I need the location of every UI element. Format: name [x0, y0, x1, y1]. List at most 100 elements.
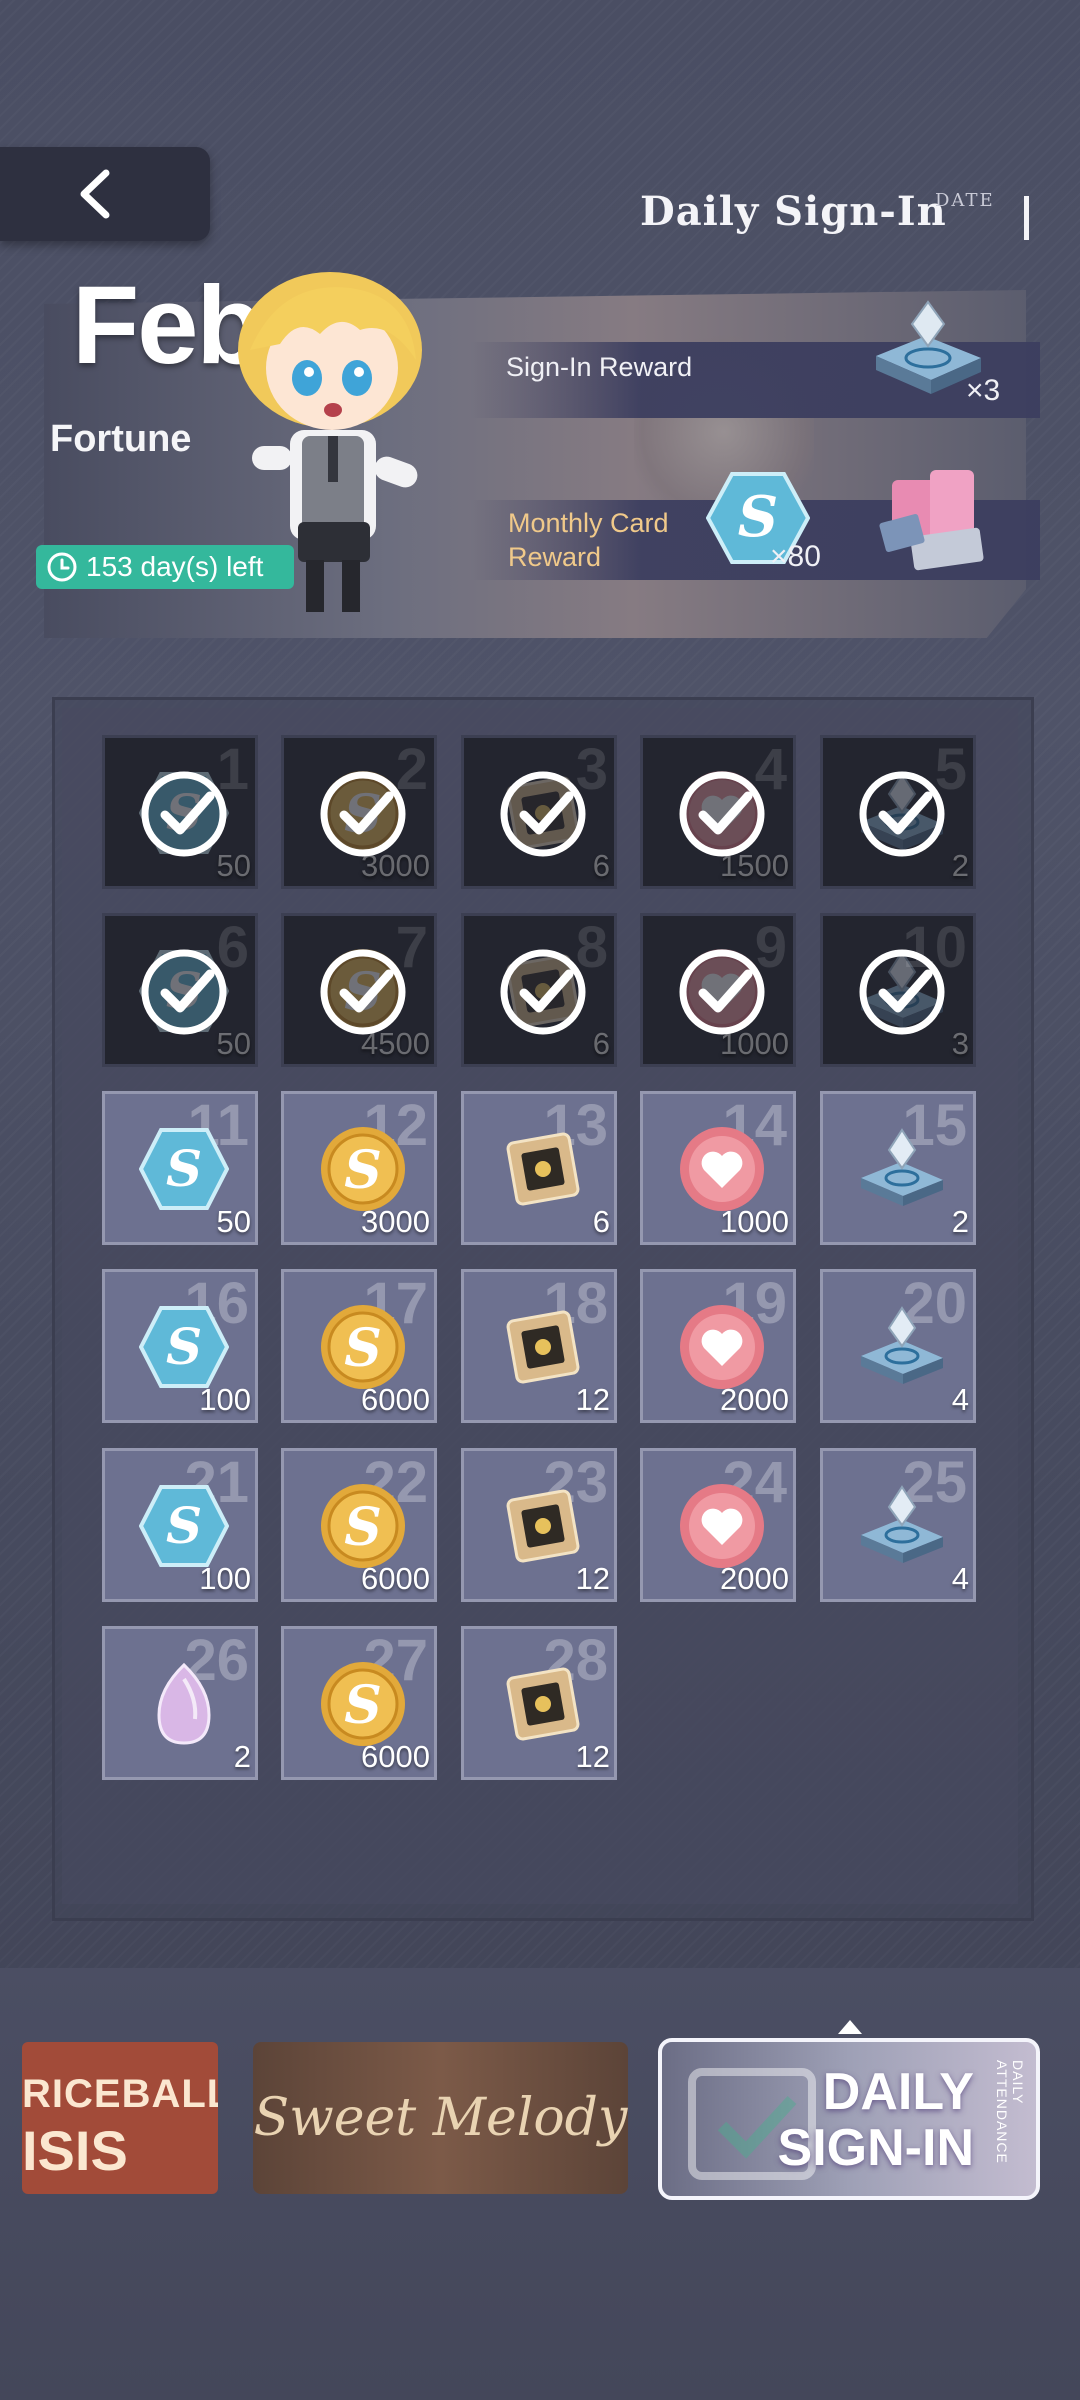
event-card-title-line2: ISIS: [22, 2119, 128, 2182]
reward-amount: 6000: [361, 1561, 430, 1596]
clock-icon: [47, 552, 77, 582]
chip-icon: [498, 1659, 588, 1749]
day-cell-6[interactable]: 6 S 50: [102, 913, 258, 1067]
coin-icon: S: [318, 1124, 408, 1214]
reward-amount: 6000: [361, 1739, 430, 1774]
day-cell-21[interactable]: 21 S 100: [102, 1448, 258, 1602]
crystal-icon: S: [138, 1302, 230, 1392]
coin-icon: S: [318, 1302, 408, 1392]
day-cell-12[interactable]: 12 S 3000: [281, 1091, 437, 1245]
day-cell-27[interactable]: 27 S 6000: [281, 1626, 437, 1780]
checkmark-icon: [856, 768, 948, 865]
day-cell-15[interactable]: 15 2: [820, 1091, 976, 1245]
reward-amount: 4: [951, 1561, 969, 1596]
chip-icon: [498, 1481, 588, 1571]
day-cell-28[interactable]: 28 12: [461, 1626, 617, 1780]
chevron-left-icon: [80, 169, 110, 219]
day-cell-4[interactable]: 4 1500: [640, 735, 796, 889]
event-card-title-line2: SIGN-IN: [777, 2119, 974, 2177]
crystal-icon: S: [138, 1124, 230, 1214]
heart-icon: [677, 1124, 767, 1214]
day-cell-13[interactable]: 13 6: [461, 1091, 617, 1245]
day-cell-11[interactable]: 11 S 50: [102, 1091, 258, 1245]
day-cell-5[interactable]: 52: [820, 735, 976, 889]
chip-icon: [498, 1302, 588, 1392]
day-cell-19[interactable]: 19 2000: [640, 1269, 796, 1423]
reward-amount: 2: [951, 848, 969, 883]
day-cell-26[interactable]: 26 2: [102, 1626, 258, 1780]
chip-icon: [498, 1124, 588, 1214]
reward-amount: 100: [199, 1561, 251, 1596]
heart-icon: [677, 1302, 767, 1392]
reward-amount: 2000: [720, 1382, 789, 1417]
title-divider: [1024, 196, 1029, 240]
reward-amount: 6: [592, 1026, 610, 1061]
coin-icon: S: [318, 1481, 408, 1571]
day-cell-10[interactable]: 10 3: [820, 913, 976, 1067]
day-cell-1[interactable]: 1 S 50: [102, 735, 258, 889]
pink-canister-items-icon: [879, 470, 984, 571]
monthly-card-label-line2: Reward: [508, 542, 602, 572]
reward-amount: 2: [951, 1204, 969, 1239]
svg-text:S: S: [166, 1496, 202, 1555]
checkmark-icon: [497, 768, 589, 865]
day-cell-8[interactable]: 86: [461, 913, 617, 1067]
pad-icon: [857, 1481, 947, 1571]
pad-icon: [857, 1124, 947, 1214]
day-cell-3[interactable]: 36: [461, 735, 617, 889]
reward-amount: 4: [951, 1382, 969, 1417]
checkmark-icon: [138, 768, 230, 865]
event-card-riceball-crisis[interactable]: RICEBALL ISIS: [22, 2042, 218, 2194]
svg-text:S: S: [344, 1140, 382, 1201]
reward-amount: 12: [575, 1382, 610, 1417]
sign-in-reward-label: Sign-In Reward: [506, 352, 693, 382]
page-title: Daily Sign-In: [640, 188, 947, 235]
event-card-title: Sweet Melody: [253, 2088, 628, 2148]
day-cell-18[interactable]: 18 12: [461, 1269, 617, 1423]
selected-indicator-arrow: [838, 2020, 862, 2034]
day-cell-23[interactable]: 23 12: [461, 1448, 617, 1602]
day-cell-22[interactable]: 22 S 6000: [281, 1448, 437, 1602]
gem-icon: [139, 1659, 229, 1749]
day-cell-9[interactable]: 9 1000: [640, 913, 796, 1067]
reward-amount: 6: [592, 848, 610, 883]
day-cell-24[interactable]: 24 2000: [640, 1448, 796, 1602]
checkmark-icon: [497, 946, 589, 1043]
checkmark-icon: [676, 768, 768, 865]
reward-amount: 1000: [720, 1204, 789, 1239]
reward-amount: 2000: [720, 1561, 789, 1596]
event-card-daily-sign-in[interactable]: DAILY SIGN-IN DAILY ATTENDANCE: [658, 2038, 1040, 2200]
crystal-icon: S: [138, 1481, 230, 1571]
checkmark-icon: [676, 946, 768, 1043]
character-illustration: [238, 272, 422, 612]
svg-text:S: S: [344, 1318, 382, 1379]
day-cell-16[interactable]: 16 S 100: [102, 1269, 258, 1423]
svg-text:S: S: [344, 1675, 382, 1736]
pad-icon: [857, 1302, 947, 1392]
theme-label: Fortune: [50, 418, 192, 460]
day-cell-14[interactable]: 14 1000: [640, 1091, 796, 1245]
svg-text:S: S: [166, 1317, 202, 1376]
back-button[interactable]: [0, 147, 210, 241]
reward-amount: 3000: [361, 1204, 430, 1239]
checkmark-icon: [317, 946, 409, 1043]
monthly-card-label: Monthly Card Reward: [508, 506, 669, 574]
reward-amount: 12: [575, 1561, 610, 1596]
reward-amount: 6: [592, 1204, 610, 1239]
monthly-card-label-line1: Monthly Card: [508, 508, 669, 538]
svg-text:S: S: [166, 1139, 202, 1198]
reward-amount: 3: [951, 1026, 969, 1061]
date-tag: DATE: [935, 190, 995, 211]
day-cell-2[interactable]: 2 S 3000: [281, 735, 437, 889]
day-cell-17[interactable]: 17 S 6000: [281, 1269, 437, 1423]
sign-in-reward-qty: ×3: [966, 374, 1001, 407]
day-cell-7[interactable]: 7 S 4500: [281, 913, 437, 1067]
day-cell-25[interactable]: 25 4: [820, 1448, 976, 1602]
event-card-sweet-melody[interactable]: Sweet Melody: [253, 2042, 628, 2194]
checkmark-icon: [856, 946, 948, 1043]
svg-text:S: S: [344, 1497, 382, 1558]
reward-amount: 2: [233, 1739, 251, 1774]
day-cell-20[interactable]: 20 4: [820, 1269, 976, 1423]
checkmark-icon: [317, 768, 409, 865]
checkmark-icon: [138, 946, 230, 1043]
